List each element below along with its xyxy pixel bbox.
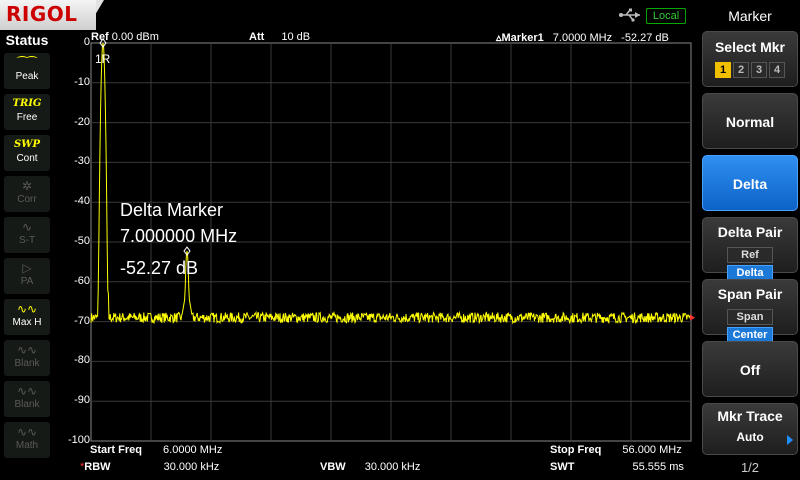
span-pair-label: Span Pair bbox=[717, 286, 783, 302]
y-tick-label: -30 bbox=[74, 155, 90, 168]
vbw-value: 30.000 kHz bbox=[364, 461, 421, 473]
y-tick-label: -90 bbox=[74, 394, 90, 407]
marker-trace-value: Auto bbox=[736, 430, 764, 444]
y-tick-label: 0 bbox=[83, 36, 90, 48]
y-tick-label: -40 bbox=[74, 195, 90, 208]
swt-label: SWT bbox=[550, 461, 575, 473]
y-tick-label: -10 bbox=[74, 75, 90, 88]
delta-key[interactable]: Delta bbox=[702, 155, 798, 211]
start-freq-label: Start Freq bbox=[90, 444, 142, 456]
delta-pair-key[interactable]: Delta Pair RefDelta bbox=[702, 217, 798, 281]
rbw-value: 30.000 kHz bbox=[163, 461, 220, 473]
delta-marker-level: -52.27 dB bbox=[120, 258, 199, 278]
span-pair-span-option[interactable]: Span bbox=[727, 309, 773, 325]
trace-level-arrow-icon bbox=[690, 314, 695, 321]
vbw-readout: VBW 30.000 kHz bbox=[320, 461, 420, 473]
delta-marker-title: Delta Marker bbox=[120, 200, 224, 220]
marker-1-button[interactable]: 1 bbox=[715, 62, 731, 78]
delta-marker-freq: 7.000000 MHz bbox=[120, 226, 238, 246]
stop-freq-label: Stop Freq bbox=[550, 444, 602, 456]
att-label: Att bbox=[249, 31, 265, 43]
stop-freq-readout: Stop Freq 56.000 MHz bbox=[550, 444, 682, 456]
y-tick-label: -50 bbox=[74, 235, 90, 247]
start-freq-value: 6.0000 MHz bbox=[163, 444, 223, 456]
ref-label: Ref bbox=[91, 31, 109, 43]
y-tick-label: -20 bbox=[74, 115, 90, 128]
marker-readout: ▵Marker1 7.0000 MHz -52.27 dB bbox=[496, 31, 669, 44]
marker-label: ▵Marker1 bbox=[496, 32, 544, 44]
rbw-label: RBW bbox=[84, 461, 111, 473]
select-marker-label: Select Mkr bbox=[714, 39, 786, 55]
y-tick-label: -80 bbox=[74, 354, 90, 367]
swt-value: 55.555 ms bbox=[632, 461, 684, 473]
y-tick-label: -100 bbox=[67, 434, 90, 446]
rbw-readout: *RBW 30.000 kHz bbox=[80, 461, 219, 473]
normal-label: Normal bbox=[725, 114, 775, 130]
marker-tag: 1R bbox=[95, 52, 111, 66]
menu-page-indicator: 1/2 bbox=[740, 460, 760, 475]
off-label: Off bbox=[739, 362, 761, 378]
marker-off-key[interactable]: Off bbox=[702, 341, 798, 397]
marker-trace-label: Mkr Trace bbox=[717, 408, 783, 424]
stop-freq-value: 56.000 MHz bbox=[622, 444, 682, 456]
delta-pair-ref-option[interactable]: Ref bbox=[727, 247, 773, 263]
delta-label: Delta bbox=[732, 176, 768, 192]
y-tick-label: -60 bbox=[74, 274, 90, 287]
marker-number-group: 1234 bbox=[703, 60, 797, 78]
spectrum-plot[interactable] bbox=[0, 0, 700, 480]
marker-4-button[interactable]: 4 bbox=[769, 62, 785, 78]
delta-pair-label: Delta Pair bbox=[717, 224, 783, 240]
y-tick-label: -70 bbox=[74, 314, 90, 327]
ref-level-readout: Ref 0.00 dBm bbox=[91, 31, 159, 43]
attenuation-readout: Att 10 dB bbox=[249, 31, 310, 43]
span-pair-key[interactable]: Span Pair SpanCenter bbox=[702, 279, 798, 343]
menu-title: Marker bbox=[728, 8, 772, 24]
ref-value: 0.00 dBm bbox=[111, 31, 159, 43]
start-freq-readout: Start Freq 6.0000 MHz bbox=[90, 444, 222, 456]
normal-key[interactable]: Normal bbox=[702, 93, 798, 149]
marker-trace-key[interactable]: Mkr Trace Auto bbox=[702, 403, 798, 455]
marker-3-button[interactable]: 3 bbox=[751, 62, 767, 78]
submenu-arrow-icon bbox=[787, 435, 793, 445]
marker-freq: 7.0000 MHz bbox=[552, 32, 613, 44]
select-marker-key[interactable]: Select Mkr 1234 bbox=[702, 31, 798, 87]
marker-2-button[interactable]: 2 bbox=[733, 62, 749, 78]
softkey-menu: Marker Select Mkr 1234 Normal Delta Delt… bbox=[700, 0, 800, 480]
att-value: 10 dB bbox=[281, 31, 311, 43]
vbw-label: VBW bbox=[320, 461, 346, 473]
marker-level: -52.27 dB bbox=[621, 32, 669, 44]
sweep-time-readout: SWT 55.555 ms bbox=[550, 461, 684, 473]
